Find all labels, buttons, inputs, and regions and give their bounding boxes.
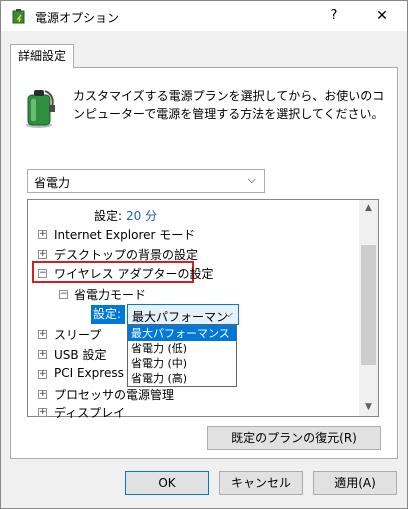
tree-item-processor-power[interactable]: プロセッサの電源管理	[54, 386, 174, 403]
expand-icon[interactable]: +	[38, 408, 47, 417]
plan-description: カスタマイズする電源プランを選択してから、お使いのコンピューターで電源を管理する…	[73, 89, 385, 121]
power-plan-select[interactable]: 省電力 ⌵	[27, 169, 265, 193]
help-button[interactable]: ?	[323, 5, 345, 27]
tab-advanced-settings[interactable]: 詳細設定	[10, 44, 74, 68]
expand-icon[interactable]: +	[38, 250, 47, 259]
battery-icon	[26, 90, 55, 128]
expand-icon[interactable]: +	[38, 370, 47, 379]
title-bar: 電源オプション ? ✕	[1, 1, 407, 31]
expand-icon[interactable]: +	[38, 350, 47, 359]
tree-item-sleep[interactable]: スリープ	[54, 326, 101, 343]
top-setting-label: 設定:	[94, 209, 123, 223]
power-options-icon	[12, 9, 25, 24]
tree-item-power-saving-mode[interactable]: 省電力モード	[74, 286, 146, 303]
tree-item-internet-explorer[interactable]: Internet Explorer モード	[54, 226, 195, 243]
window-title: 電源オプション	[35, 11, 120, 25]
cancel-button[interactable]: キャンセル	[219, 471, 303, 495]
power-saving-mode-dropdown[interactable]: 最大パフォーマンス 省電力 (低) 省電力 (中) 省電力 (高)	[127, 325, 237, 387]
expand-icon[interactable]: +	[38, 330, 47, 339]
scroll-down-icon[interactable]: ▼	[359, 399, 378, 416]
expand-icon[interactable]: +	[38, 390, 47, 399]
setting-label: 設定:	[91, 305, 125, 324]
power-plan-value: 省電力	[34, 176, 71, 190]
tree-item-display[interactable]: ディスプレイ	[54, 404, 125, 421]
collapse-icon[interactable]: −	[59, 290, 68, 299]
power-options-window: 電源オプション ? ✕ 詳細設定 カスタマイズする電源プランを選択してから、お使…	[0, 0, 408, 509]
tree-item-usb-settings[interactable]: USB 設定	[54, 346, 106, 363]
tree-item-pci-express[interactable]: PCI Express	[54, 366, 124, 380]
dropdown-option[interactable]: 省電力 (低)	[128, 341, 236, 356]
scroll-up-icon[interactable]: ▲	[359, 200, 378, 217]
collapse-icon[interactable]: −	[38, 269, 47, 278]
apply-button[interactable]: 適用(A)	[313, 471, 397, 495]
dropdown-option[interactable]: 省電力 (中)	[128, 356, 236, 371]
scroll-thumb[interactable]	[361, 245, 376, 365]
close-button[interactable]: ✕	[371, 5, 393, 27]
dropdown-option[interactable]: 省電力 (高)	[128, 371, 236, 386]
dropdown-option[interactable]: 最大パフォーマンス	[128, 326, 236, 341]
expand-icon[interactable]: +	[38, 230, 47, 239]
top-setting-value[interactable]: 20 分	[126, 207, 157, 224]
power-saving-mode-select[interactable]: 最大パフォーマンス ⌵	[127, 304, 239, 341]
tree-scrollbar[interactable]: ▲ ▼	[359, 200, 378, 416]
restore-defaults-button[interactable]: 既定のプランの復元(R)	[207, 426, 381, 450]
tree-item-wireless-adapter[interactable]: ワイヤレス アダプターの設定	[54, 265, 213, 282]
ok-button[interactable]: OK	[125, 471, 209, 495]
chevron-down-icon: ⌵	[224, 307, 233, 320]
chevron-down-icon: ⌵	[247, 173, 256, 186]
